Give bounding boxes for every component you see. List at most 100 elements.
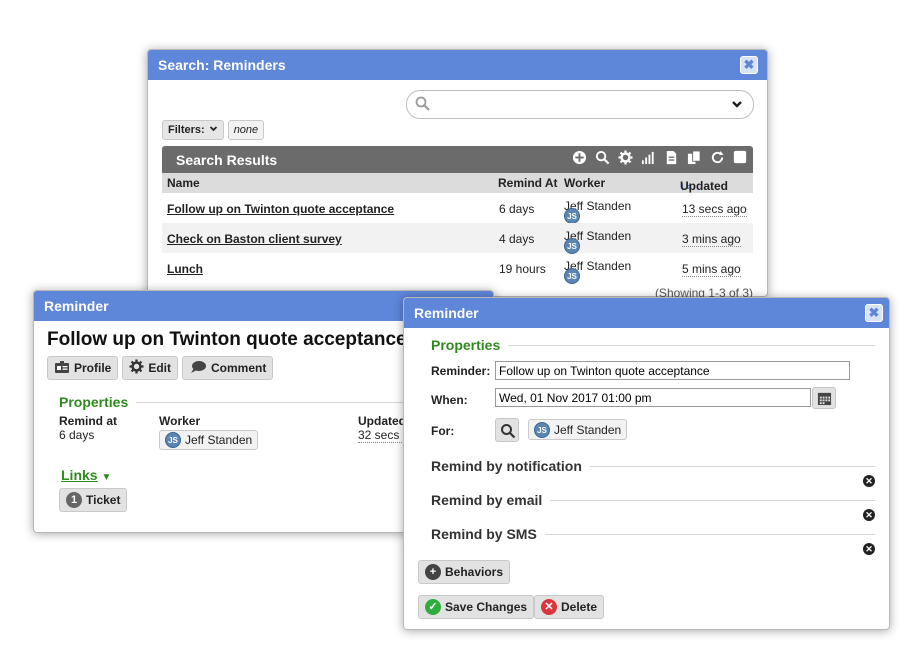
count-badge: 1 [66,492,82,508]
reminder-card-title: Reminder [44,298,109,314]
column-worker[interactable]: Worker [564,176,605,190]
prop-updated-label: Updated [358,414,406,428]
prop-remind-at-value: 6 days [59,428,95,442]
search-results-bar: Search Results [162,146,753,173]
prop-updated: Updated 32 secs [358,414,406,443]
results-column-header: Name Remind At Worker ↓ ≡ Updated [162,173,753,193]
search-icon [500,423,516,442]
check-circle-icon: ✓ [425,599,441,615]
save-changes-button[interactable]: ✓ Save Changes [418,595,535,619]
properties-label: Properties [59,394,129,410]
filters-value[interactable]: none [227,120,265,140]
reminder-name-field[interactable] [495,361,850,380]
search-window-title: Search: Reminders [158,57,286,73]
row-name[interactable]: Check on Baston client survey [167,232,342,246]
profile-button[interactable]: Profile [47,356,119,380]
prop-remind-at-label: Remind at [59,414,118,428]
edit-button[interactable]: Edit [122,356,179,380]
prop-remind-at: Remind at 6 days [59,414,117,442]
row-updated: 13 secs ago [682,202,747,217]
column-name[interactable]: Name [167,176,200,190]
reminder-heading: Follow up on Twinton quote acceptance [47,329,407,350]
avatar: JS [564,268,580,284]
delete-button[interactable]: ✕ Delete [534,595,605,619]
for-worker-chip[interactable]: JS Jeff Standen [528,419,628,440]
search-icon[interactable] [595,150,610,168]
worker-chip[interactable]: JS Jeff Standen [159,430,259,450]
remind-notification-label: Remind by notification [431,458,582,474]
profile-button-label: Profile [74,361,112,375]
results-toolbar [572,150,747,168]
search-input[interactable] [435,96,715,112]
prop-worker-label: Worker [159,414,201,428]
reminder-label: Reminder: [431,364,491,378]
search-icon [415,96,431,115]
avatar: JS [534,421,550,438]
search-results-title: Search Results [176,152,278,168]
close-icon[interactable]: ✖ [865,304,883,322]
remind-notification-header[interactable]: Remind by notification [431,458,875,474]
copy-icon[interactable] [687,150,702,168]
remind-sms-label: Remind by SMS [431,526,537,542]
plus-circle-icon: + [425,564,441,580]
prop-worker: Worker JS Jeff Standen [159,414,259,450]
close-icon[interactable]: ✖ [740,56,758,74]
gear-icon[interactable] [618,150,633,168]
for-worker-name: Jeff Standen [554,422,622,437]
column-remind-at[interactable]: Remind At [498,176,558,190]
remind-sms-header[interactable]: Remind by SMS [431,526,875,542]
row-updated: 3 mins ago [682,232,741,247]
when-date-field[interactable] [495,388,811,407]
filters-dropdown[interactable]: Filters: [162,120,224,140]
behaviors-button[interactable]: + Behaviors [418,560,511,584]
card-toolbar: Profile Edit Comment [47,356,274,380]
signal-bars-icon[interactable] [641,150,656,168]
remove-sms-icon[interactable]: ✕ [863,543,875,555]
row-worker[interactable]: JS Jeff Standen [564,259,631,284]
calendar-icon [817,391,832,409]
reminder-editor-title: Reminder [414,305,479,321]
table-row[interactable]: Follow up on Twinton quote acceptance 6 … [162,193,753,224]
divider [550,499,875,501]
prop-updated-value: 32 secs [358,428,406,443]
row-name[interactable]: Lunch [167,262,203,276]
worker-name: Jeff Standen [185,433,253,447]
links-label: Links [61,467,98,483]
row-worker[interactable]: JS Jeff Standen [564,199,631,224]
ticket-label: Ticket [86,493,121,507]
comment-button[interactable]: Comment [182,356,274,380]
checkbox-icon[interactable] [733,150,747,168]
table-row[interactable]: Check on Baston client survey 4 days JS … [162,223,753,254]
search-window-titlebar: Search: Reminders [148,50,767,80]
editor-properties-header: Properties [431,337,875,353]
delete-label: Delete [561,600,598,614]
divider [589,465,875,467]
table-row[interactable]: Lunch 19 hours JS Jeff Standen 5 mins ag… [162,253,753,284]
calendar-button[interactable] [812,387,836,409]
remove-notification-icon[interactable]: ✕ [863,475,875,487]
remind-email-header[interactable]: Remind by email [431,492,875,508]
caret-down-icon: ▼ [101,472,112,483]
profile-card-icon [54,360,70,377]
column-updated-label: Updated [680,179,728,193]
row-worker[interactable]: JS Jeff Standen [564,229,631,254]
avatar: JS [564,208,580,224]
add-icon[interactable] [572,150,587,168]
ticket-link-button[interactable]: 1 Ticket [59,488,128,512]
comment-button-label: Comment [211,361,267,375]
row-remind-at: 19 hours [499,262,546,276]
properties-label: Properties [431,337,501,353]
search-box[interactable] [406,90,754,119]
worker-search-button[interactable] [495,418,519,442]
export-icon[interactable] [664,150,679,168]
remind-email-label: Remind by email [431,492,543,508]
chevron-down-icon [209,124,218,136]
filters-label: Filters: [168,124,205,136]
remove-email-icon[interactable]: ✕ [863,509,875,521]
row-name[interactable]: Follow up on Twinton quote acceptance [167,202,394,216]
chevron-down-icon[interactable] [731,98,743,113]
save-changes-label: Save Changes [445,600,528,614]
divider [544,533,875,535]
refresh-icon[interactable] [710,150,725,168]
links-toggle[interactable]: Links ▼ [61,467,111,483]
